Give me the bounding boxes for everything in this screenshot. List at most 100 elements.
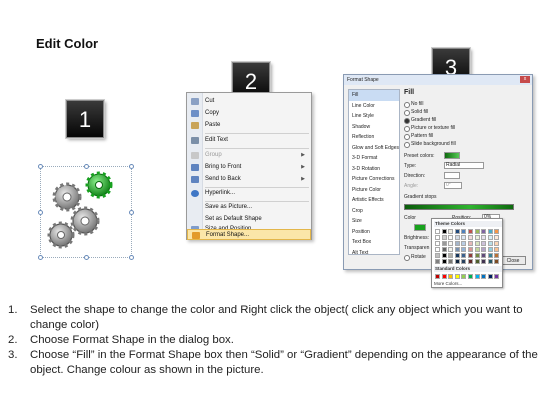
theme-color-swatch[interactable] [461,259,467,264]
theme-color-swatch[interactable] [487,235,493,240]
menu-item-paste[interactable]: Paste [187,120,311,131]
sidebar-item-reflection[interactable]: Reflection [349,132,399,143]
sidebar-item-picture-corrections[interactable]: Picture Corrections [349,174,399,185]
theme-color-swatch[interactable] [441,229,447,234]
standard-color-swatch[interactable] [468,274,473,279]
theme-color-swatch[interactable] [494,229,500,234]
theme-color-swatch[interactable] [494,259,500,264]
resize-handle[interactable] [38,164,43,169]
sidebar-item-line-color[interactable]: Line Color [349,101,399,112]
theme-color-swatch[interactable] [454,229,460,234]
sidebar-item-crop[interactable]: Crop [349,206,399,217]
theme-color-swatch[interactable] [494,241,500,246]
resize-handle[interactable] [129,164,134,169]
radio-picture-fill[interactable]: Picture or texture fill [404,125,455,132]
theme-color-swatch[interactable] [454,247,460,252]
theme-color-swatch[interactable] [474,253,480,258]
theme-color-swatch[interactable] [461,241,467,246]
radio-gradient-fill[interactable]: Gradient fill [404,117,436,124]
color-dropdown[interactable] [414,224,426,231]
type-dropdown[interactable]: Radial [444,162,484,169]
gradient-stops-bar[interactable] [404,204,514,210]
theme-color-swatch[interactable] [461,253,467,258]
theme-color-swatch[interactable] [448,259,454,264]
theme-color-swatch[interactable] [461,235,467,240]
theme-color-swatch[interactable] [454,235,460,240]
standard-color-swatch[interactable] [454,274,460,279]
sidebar-item-3d-format[interactable]: 3-D Format [349,153,399,164]
sidebar-item-line-style[interactable]: Line Style [349,111,399,122]
theme-color-swatch[interactable] [494,253,500,258]
theme-color-swatch[interactable] [481,241,487,246]
theme-color-swatch[interactable] [441,247,447,252]
theme-color-swatch[interactable] [468,259,473,264]
menu-item-format-shape[interactable]: Format Shape... [187,229,311,240]
sidebar-item-artistic-effects[interactable]: Artistic Effects [349,195,399,206]
theme-color-swatch[interactable] [461,229,467,234]
menu-item-bring-to-front[interactable]: Bring to Front ▶ [187,162,311,173]
sidebar-item-text-box[interactable]: Text Box [349,237,399,248]
theme-color-swatch[interactable] [448,229,454,234]
standard-color-swatch[interactable] [494,274,500,279]
theme-color-swatch[interactable] [448,235,454,240]
theme-color-swatch[interactable] [474,259,480,264]
menu-item-hyperlink[interactable]: Hyperlink... [187,188,311,199]
theme-color-swatch[interactable] [468,253,473,258]
theme-color-swatch[interactable] [435,235,440,240]
standard-color-swatch[interactable] [441,274,447,279]
theme-color-swatch[interactable] [448,241,454,246]
standard-color-swatch[interactable] [481,274,487,279]
theme-color-swatch[interactable] [494,235,500,240]
theme-color-swatch[interactable] [474,247,480,252]
theme-color-swatch[interactable] [474,235,480,240]
theme-color-swatch[interactable] [454,259,460,264]
theme-color-swatch[interactable] [474,241,480,246]
resize-handle[interactable] [129,210,134,215]
radio-slide-background-fill[interactable]: Slide background fill [404,141,456,148]
radio-solid-fill[interactable]: Solid fill [404,109,428,116]
more-colors-option[interactable]: More Colors... [434,281,462,286]
standard-color-swatch[interactable] [487,274,493,279]
theme-color-swatch[interactable] [487,247,493,252]
theme-color-swatch[interactable] [468,235,473,240]
sidebar-item-shadow[interactable]: Shadow [349,122,399,133]
theme-color-swatch[interactable] [441,241,447,246]
theme-color-swatch[interactable] [448,247,454,252]
theme-color-swatch[interactable] [481,253,487,258]
theme-color-swatch[interactable] [468,247,473,252]
menu-item-send-to-back[interactable]: Send to Back ▶ [187,174,311,185]
theme-color-swatch[interactable] [468,241,473,246]
preset-colors-dropdown[interactable] [444,152,460,159]
sidebar-item-size[interactable]: Size [349,216,399,227]
theme-color-swatch[interactable] [461,247,467,252]
sidebar-item-glow[interactable]: Glow and Soft Edges [349,143,399,154]
radio-pattern-fill[interactable]: Pattern fill [404,133,433,140]
theme-color-swatch[interactable] [435,253,440,258]
theme-color-swatch[interactable] [441,253,447,258]
menu-item-cut[interactable]: Cut [187,96,311,107]
theme-color-swatch[interactable] [435,247,440,252]
menu-item-save-as-picture[interactable]: Save as Picture... [187,202,311,213]
theme-color-swatch[interactable] [454,241,460,246]
theme-color-swatch[interactable] [474,229,480,234]
radio-no-fill[interactable]: No fill [404,101,424,108]
resize-handle[interactable] [84,255,89,260]
close-icon[interactable]: x [520,76,530,83]
theme-color-swatch[interactable] [481,259,487,264]
menu-item-edit-text[interactable]: Edit Text [187,135,311,146]
theme-color-swatch[interactable] [435,229,440,234]
resize-handle[interactable] [84,164,89,169]
direction-dropdown[interactable] [444,172,460,179]
theme-color-swatch[interactable] [435,241,440,246]
theme-color-swatch[interactable] [441,235,447,240]
standard-color-swatch[interactable] [461,274,467,279]
angle-input[interactable]: 0° [444,182,462,189]
sidebar-item-alt-text[interactable]: Alt Text [349,248,399,259]
resize-handle[interactable] [38,210,43,215]
theme-color-swatch[interactable] [481,235,487,240]
theme-color-swatch[interactable] [448,253,454,258]
theme-color-swatch[interactable] [487,241,493,246]
theme-color-swatch[interactable] [441,259,447,264]
menu-item-copy[interactable]: Copy [187,108,311,119]
theme-color-swatch[interactable] [494,247,500,252]
